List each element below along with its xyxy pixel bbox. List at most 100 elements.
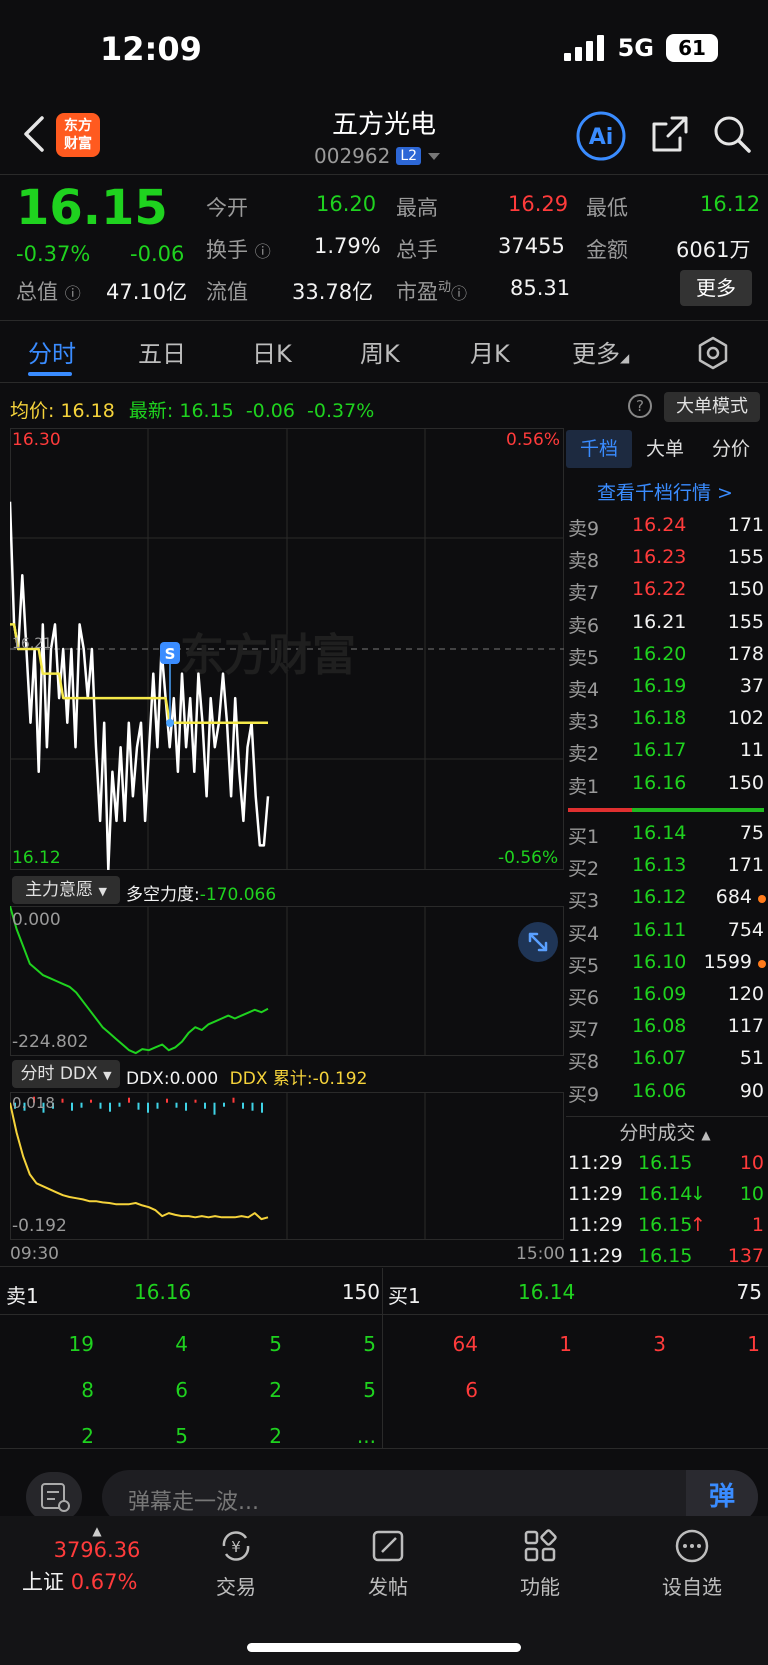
mktcap-label-text: 总值 xyxy=(16,280,58,304)
bid-level[interactable]: 买3 16.12 684 xyxy=(566,882,766,914)
yuan-exchange-icon: ¥ xyxy=(222,1531,250,1561)
tab-monthly-k[interactable]: 月K xyxy=(470,334,510,369)
bid-level[interactable]: 买6 16.09 120 xyxy=(566,979,766,1011)
trade-row: 11:29 16.15 10 xyxy=(566,1148,766,1180)
strength-label: 多空力度: xyxy=(126,885,200,905)
tab-price-distribution[interactable]: 分价 xyxy=(698,430,764,468)
bid-level[interactable]: 买5 16.10 1599 xyxy=(566,947,766,979)
ask-level[interactable]: 卖6 16.21 155 xyxy=(566,607,766,639)
ask-level-label: 卖1 xyxy=(568,775,600,798)
ddx-bar xyxy=(109,1102,111,1112)
bid-level-label: 买3 xyxy=(568,890,600,913)
change-value: -0.06 xyxy=(130,242,185,266)
trade-volume: 1 xyxy=(751,1214,764,1236)
ai-icon[interactable]: Ai xyxy=(575,110,627,162)
pe-label[interactable]: 市盈动ⓘ xyxy=(396,276,467,306)
trades-title[interactable]: 分时成交 ▲ xyxy=(566,1118,764,1145)
tab-weekly-k[interactable]: 周K xyxy=(360,334,400,369)
tab-five-day[interactable]: 五日 xyxy=(138,334,186,369)
caret-up-icon: ▲ xyxy=(701,1128,711,1142)
ask-level[interactable]: 卖2 16.17 11 xyxy=(566,735,766,767)
ddx-bar xyxy=(194,1099,197,1103)
indicator2-selector[interactable]: 分时 DDX ▼ xyxy=(12,1060,120,1088)
tab-daily-k[interactable]: 日K xyxy=(252,334,292,369)
trade-time: 11:29 xyxy=(568,1152,623,1174)
indicator2-name: 分时 DDX xyxy=(20,1064,98,1084)
bid-level[interactable]: 买7 16.08 117 xyxy=(566,1011,766,1043)
help-icon[interactable]: ? xyxy=(628,394,652,418)
turnover-label[interactable]: 换手 ⓘ xyxy=(206,234,271,264)
bid-level-price: 16.11 xyxy=(632,918,687,941)
bid-level-label: 买9 xyxy=(568,1083,600,1106)
search-icon[interactable] xyxy=(712,114,752,154)
home-indicator[interactable] xyxy=(247,1643,521,1652)
indicator1-top: 0.000 xyxy=(12,910,61,930)
tab-intraday[interactable]: 分时 xyxy=(28,334,76,369)
view-levels-link[interactable]: 查看千档行情 > xyxy=(566,478,764,505)
ask-level[interactable]: 卖9 16.24 171 xyxy=(566,510,766,542)
trade-row: 11:29 16.15 ↑ 1 xyxy=(566,1210,766,1242)
trade-price: 16.15 xyxy=(638,1245,693,1267)
ddx-bar xyxy=(90,1099,92,1103)
ddx-bar xyxy=(61,1098,64,1103)
ask-level-volume: 37 xyxy=(739,675,764,697)
dock-trade[interactable]: ¥ 交易 xyxy=(196,1526,276,1600)
order-dot-icon xyxy=(758,895,766,904)
trade-price: 16.15 xyxy=(638,1214,693,1236)
queue-sell-cell: 4 xyxy=(175,1332,188,1356)
bid-level[interactable]: 买9 16.06 90 xyxy=(566,1076,766,1108)
trade-marker[interactable]: S xyxy=(160,642,180,727)
dock-post-label: 发帖 xyxy=(368,1575,408,1599)
index-widget[interactable]: ▲ 3796.36 上证 0.67% xyxy=(22,1524,172,1596)
settings-gear-icon[interactable] xyxy=(696,336,730,370)
ask-level[interactable]: 卖5 16.20 178 xyxy=(566,639,766,671)
queue-buy-cell: 1 xyxy=(559,1332,572,1356)
index-name: 上证 xyxy=(22,1570,64,1594)
trades-title-text: 分时成交 xyxy=(619,1122,696,1144)
bid-level-price: 16.07 xyxy=(632,1047,687,1070)
comment-list-button[interactable] xyxy=(26,1472,82,1522)
indicator1-selector[interactable]: 主力意愿 ▼ xyxy=(12,876,120,904)
mktcap-label[interactable]: 总值 ⓘ xyxy=(16,276,81,306)
last-percent: -0.37% xyxy=(307,400,375,422)
caret-down-icon: ▼ xyxy=(103,1069,112,1082)
bid-level[interactable]: 买1 16.14 75 xyxy=(566,818,766,850)
tab-big-orders[interactable]: 大单 xyxy=(632,430,698,468)
battery-icon: 61 xyxy=(666,34,718,62)
pe-value: 85.31 xyxy=(510,276,571,300)
trade-volume: 10 xyxy=(739,1152,764,1174)
ddx-bar xyxy=(71,1102,73,1111)
queue-sell-cell: 6 xyxy=(175,1378,188,1402)
ddx-bar xyxy=(223,1102,225,1107)
ask-level-label: 卖3 xyxy=(568,711,600,734)
ask-level[interactable]: 卖1 16.16 150 xyxy=(566,768,766,800)
bid-level-volume: 117 xyxy=(727,1015,764,1038)
bid-level[interactable]: 买4 16.11 754 xyxy=(566,915,766,947)
bid-level-label: 买7 xyxy=(568,1019,600,1042)
queue-buy-cell: 3 xyxy=(653,1332,666,1356)
bid-level-volume: 75 xyxy=(739,822,764,844)
ask-level[interactable]: 卖8 16.23 155 xyxy=(566,542,766,574)
big-order-mode-button[interactable]: 大单模式 xyxy=(664,392,760,422)
expand-button[interactable] xyxy=(518,922,558,962)
dock-functions[interactable]: 功能 xyxy=(500,1526,580,1600)
stock-code-row[interactable]: 002962 L2 xyxy=(314,144,441,168)
more-button[interactable]: 更多 xyxy=(680,270,752,306)
last-label: 最新: xyxy=(128,400,174,422)
ask-level[interactable]: 卖7 16.22 150 xyxy=(566,574,766,606)
bid-level[interactable]: 买8 16.07 51 xyxy=(566,1043,766,1075)
bid-level[interactable]: 买2 16.13 171 xyxy=(566,850,766,882)
amount-value: 6061万 xyxy=(676,238,751,262)
indicator1-name: 主力意愿 xyxy=(25,880,94,900)
ask-level[interactable]: 卖4 16.19 37 xyxy=(566,671,766,703)
ask-level[interactable]: 卖3 16.18 102 xyxy=(566,703,766,735)
price-chart[interactable]: 东方财富 S xyxy=(10,428,564,870)
ask-level-price: 16.20 xyxy=(632,642,687,665)
dock-post[interactable]: 发帖 xyxy=(348,1526,428,1600)
turnover-value: 1.79% xyxy=(314,234,381,258)
tab-more[interactable]: 更多◢ xyxy=(572,334,629,369)
dock-add-watchlist[interactable]: 设自选 xyxy=(652,1526,732,1600)
tab-thousand-levels[interactable]: 千档 xyxy=(566,430,632,468)
share-icon[interactable] xyxy=(650,114,690,154)
queue-sell-cell: 8 xyxy=(81,1378,94,1402)
